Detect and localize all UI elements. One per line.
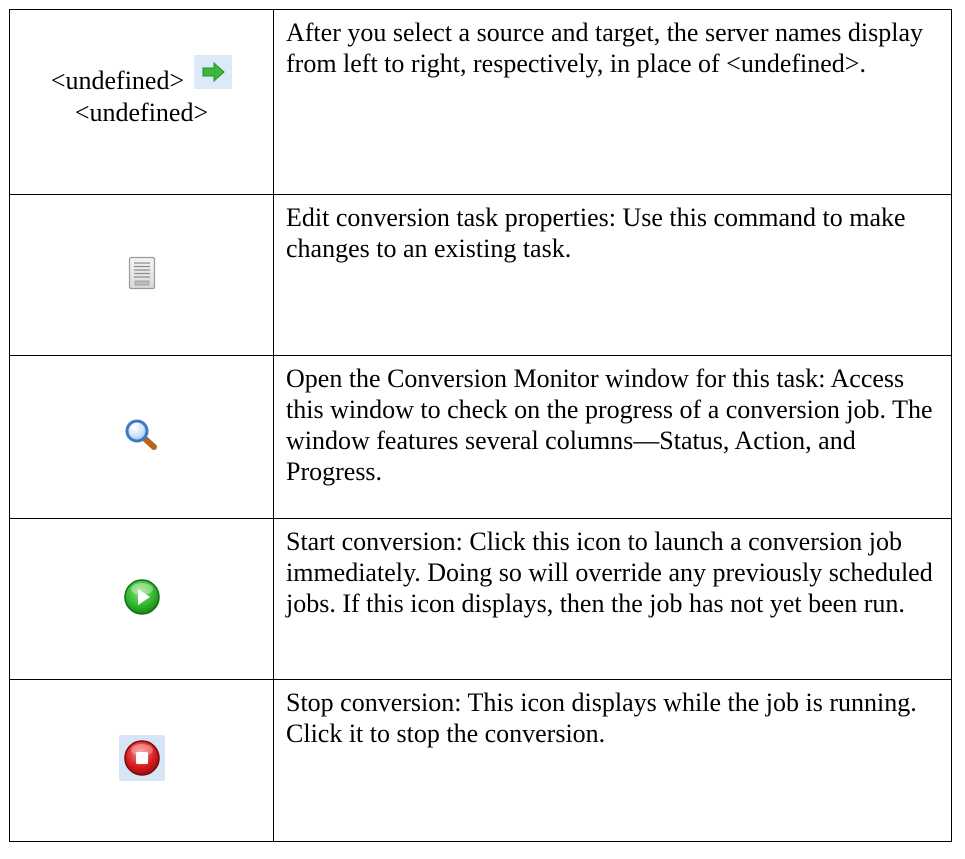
icon-cell [9,679,274,842]
description-cell: After you select a source and target, th… [273,9,952,195]
description-cell: Edit conversion task properties: Use thi… [273,194,952,356]
description-cell: Start conversion: Click this icon to lau… [273,518,952,680]
magnifier-icon[interactable] [124,418,160,452]
table-row: <undefined> <undefined> After you select… [9,9,952,195]
icon-cell [9,194,274,356]
document-properties-icon[interactable] [128,256,156,290]
table-row: Start conversion: Click this icon to lau… [9,518,952,680]
right-arrow-icon[interactable] [194,55,233,89]
table-row: Edit conversion task properties: Use thi… [9,194,952,356]
description-cell: Stop conversion: This icon displays whil… [273,679,952,842]
icon-cell: <undefined> <undefined> [9,9,274,195]
source-server-label: <undefined> [50,66,185,95]
server-names: <undefined> <undefined> [10,55,273,128]
table-row: Open the Conversion Monitor window for t… [9,355,952,519]
icon-cell [9,355,274,519]
play-icon[interactable] [123,578,161,616]
description-cell: Open the Conversion Monitor window for t… [273,355,952,519]
icon-cell [9,518,274,680]
target-server-label: <undefined> [74,98,209,127]
icon-reference-table: <undefined> <undefined> After you select… [9,9,952,842]
stop-icon[interactable] [118,735,165,781]
table-row: Stop conversion: This icon displays whil… [9,679,952,842]
